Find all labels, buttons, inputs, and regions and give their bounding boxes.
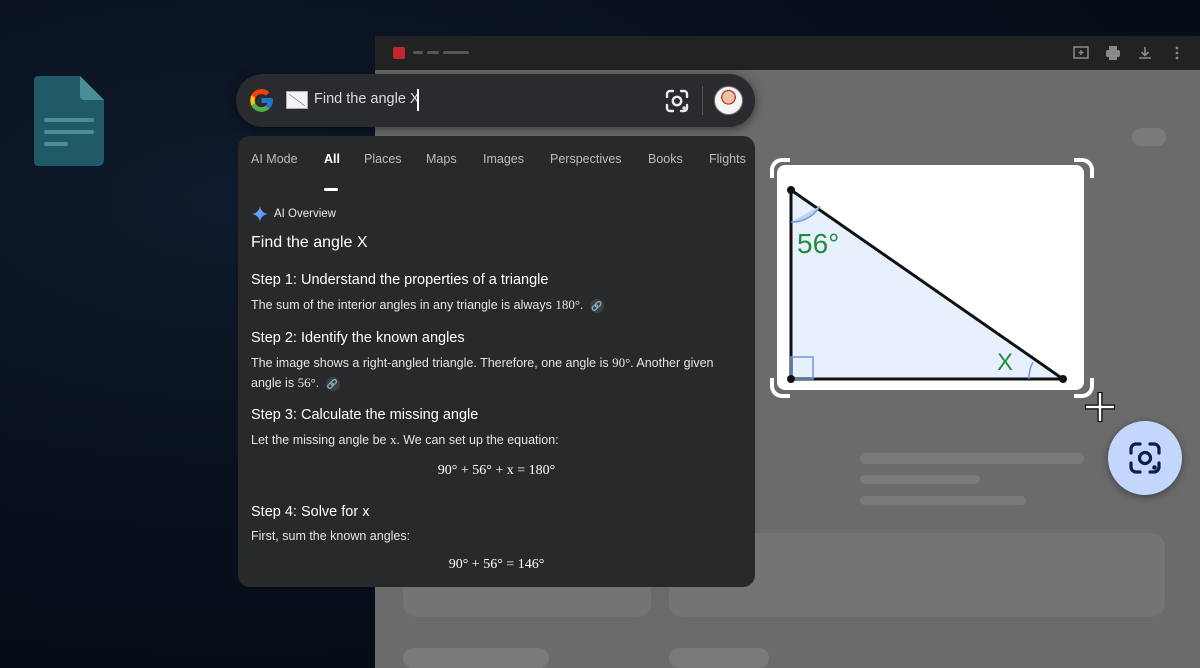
tab-perspectives[interactable]: Perspectives xyxy=(550,152,622,166)
active-tab-indicator xyxy=(324,188,338,191)
step-text: The image shows a right-angled triangle.… xyxy=(251,356,609,370)
search-input[interactable]: Find the angle X xyxy=(314,91,420,107)
step-3-body: Let the missing angle be x. We can set u… xyxy=(251,430,731,450)
step-3-title: Step 3: Calculate the missing angle xyxy=(251,407,479,423)
tab-all[interactable]: All xyxy=(324,152,340,166)
content-placeholder xyxy=(860,496,1026,505)
step-1-body: The sum of the interior angles in any tr… xyxy=(251,295,731,315)
angle-label-x: X xyxy=(997,349,1014,376)
title-placeholder xyxy=(427,51,439,54)
tab-flights[interactable]: Flights xyxy=(709,152,746,166)
divider xyxy=(702,86,703,115)
content-placeholder xyxy=(669,648,769,668)
triangle-diagram xyxy=(787,186,1067,383)
step-text: We can set up the equation: xyxy=(403,433,559,447)
google-logo-icon xyxy=(250,89,273,112)
more-vert-icon[interactable] xyxy=(1168,44,1186,62)
step-4-body: First, sum the known angles: xyxy=(251,529,411,543)
step-value: 56°. xyxy=(297,375,320,390)
ai-overview-label: AI Overview xyxy=(274,208,336,220)
content-placeholder xyxy=(860,475,980,484)
lens-icon xyxy=(1129,442,1161,474)
content-placeholder xyxy=(1132,128,1166,146)
text-cursor xyxy=(417,89,419,111)
lens-button[interactable] xyxy=(1108,421,1182,495)
app-favicon xyxy=(393,47,405,59)
lens-icon[interactable] xyxy=(664,88,690,114)
content-placeholder xyxy=(860,453,1084,464)
overview-query-title: Find the angle X xyxy=(251,234,368,251)
ai-overview-header: AI Overview xyxy=(252,206,336,222)
tab-places[interactable]: Places xyxy=(364,152,402,166)
equation: 90° + 56° + x = 180° xyxy=(437,463,556,478)
step-value: 90°. xyxy=(612,355,634,370)
search-results-panel: AI Mode All Places Maps Images Perspecti… xyxy=(238,136,755,587)
image-thumbnail-icon[interactable] xyxy=(286,91,308,109)
title-placeholder xyxy=(443,51,469,54)
source-link-icon[interactable]: 🔗 xyxy=(589,298,604,313)
title-placeholder xyxy=(413,51,423,54)
selection-corner-handle[interactable] xyxy=(770,158,790,178)
tab-ai-mode[interactable]: AI Mode xyxy=(251,152,298,166)
browser-toolbar xyxy=(375,36,1200,70)
step-value: 180°. xyxy=(555,297,584,312)
step-2-body: The image shows a right-angled triangle.… xyxy=(251,353,731,393)
tab-books[interactable]: Books xyxy=(648,152,683,166)
download-icon[interactable] xyxy=(1136,44,1154,62)
content-placeholder xyxy=(403,648,549,668)
search-bar[interactable]: Find the angle X xyxy=(236,74,755,127)
step-value: x. xyxy=(390,432,400,447)
angle-label-56: 56° xyxy=(797,228,840,259)
search-tabs: AI Mode All Places Maps Images Perspecti… xyxy=(238,152,755,191)
equation: 90° + 56° = 146° xyxy=(448,557,545,572)
tab-maps[interactable]: Maps xyxy=(426,152,457,166)
crosshair-cursor-icon xyxy=(1085,392,1115,422)
step-1-title: Step 1: Understand the properties of a t… xyxy=(251,272,549,288)
print-icon[interactable] xyxy=(1104,44,1122,62)
step-text: The sum of the interior angles in any tr… xyxy=(251,298,552,312)
sparkle-icon xyxy=(252,206,268,222)
google-docs-icon[interactable] xyxy=(34,76,104,166)
avatar[interactable] xyxy=(714,86,743,115)
tab-images[interactable]: Images xyxy=(483,152,524,166)
source-link-icon[interactable]: 🔗 xyxy=(325,376,340,391)
step-text: Let the missing angle be xyxy=(251,433,387,447)
step-4-title: Step 4: Solve for x xyxy=(251,504,370,520)
step-2-title: Step 2: Identify the known angles xyxy=(251,330,465,346)
add-comment-icon[interactable] xyxy=(1072,44,1090,62)
